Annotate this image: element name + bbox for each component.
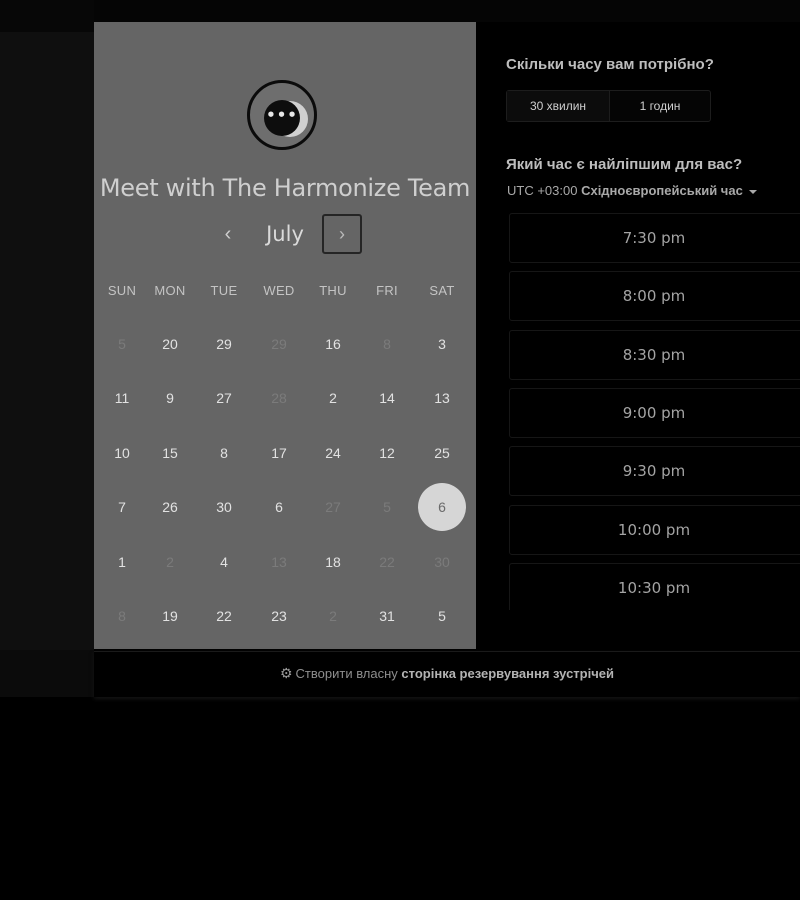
available-day[interactable]: 29 [202, 334, 246, 354]
weekday-label: TUE [210, 283, 238, 298]
weekday-label: WED [263, 283, 295, 298]
next-month-button[interactable]: › [322, 214, 362, 254]
timezone-name: Східноєвропейський час [581, 183, 743, 198]
time-slot-button[interactable]: 8:00 pm [509, 271, 800, 322]
time-slot-list: 7:30 pm 8:00 pm 8:30 pm 9:00 pm 9:30 pm 10:00… [509, 213, 800, 610]
available-day[interactable]: 7 [100, 497, 144, 517]
unavailable-day: 2 [329, 608, 337, 624]
footer-prefix: Створити власну [295, 666, 402, 681]
available-day[interactable]: 10 [100, 443, 144, 463]
duration-30min-button[interactable]: 30 хвилин [507, 91, 610, 121]
time-slot-button[interactable]: 9:30 pm [509, 446, 800, 497]
timezone-selector[interactable]: UTC +03:00 Східноєвропейський час [507, 183, 757, 198]
available-day[interactable]: 31 [365, 606, 409, 626]
footer-bar: ⚙ Створити власну сторінка резервування з… [94, 651, 800, 697]
time-slot-button[interactable]: 8:30 pm [509, 329, 800, 380]
caret-down-icon [748, 189, 757, 194]
footer-bold-text: сторінка резервування зустрічей [401, 666, 614, 681]
time-question: Який час є найліпшим для вас? [506, 156, 743, 173]
available-day[interactable]: 8 [202, 443, 246, 463]
hubspot-sprocket-icon: ⚙ [279, 665, 293, 681]
calendar-panel: ••• Meet with The Harmonize Team ‹ July … [94, 22, 476, 649]
unavailable-day: 5 [383, 499, 391, 515]
available-day[interactable]: 30 [202, 497, 246, 517]
available-day[interactable]: 15 [148, 443, 192, 463]
time-slot-button[interactable]: 7:30 pm [509, 213, 800, 263]
unavailable-day: 2 [166, 554, 174, 570]
weekday-label: THU [319, 283, 347, 298]
available-day[interactable]: 27 [202, 388, 246, 408]
available-day[interactable]: 19 [148, 606, 192, 626]
unavailable-day: 29 [271, 336, 287, 352]
available-day[interactable]: 2 [311, 388, 355, 408]
available-day[interactable]: 13 [420, 388, 464, 408]
available-day[interactable]: 14 [365, 388, 409, 408]
available-day[interactable]: 11 [100, 388, 144, 408]
available-day[interactable]: 25 [420, 443, 464, 463]
month-label: July [266, 222, 304, 246]
create-booking-page-link[interactable]: ⚙ Створити власну сторінка резервування з… [94, 652, 800, 695]
unavailable-day: 22 [379, 554, 395, 570]
available-day[interactable]: 26 [148, 497, 192, 517]
weekday-label: FRI [376, 283, 398, 298]
chat-bubble-icon: ••• [264, 100, 300, 136]
duration-toggle: 30 хвилин 1 годин [506, 90, 711, 122]
available-day[interactable]: 9 [148, 388, 192, 408]
available-day[interactable]: 18 [311, 552, 355, 572]
unavailable-day: 8 [383, 336, 391, 352]
team-title: Meet with The Harmonize Team [99, 174, 471, 202]
available-day[interactable]: 12 [365, 443, 409, 463]
unavailable-day: 13 [271, 554, 287, 570]
time-slot-button[interactable]: 10:30 pm [509, 562, 800, 610]
unavailable-day: 30 [434, 554, 450, 570]
unavailable-day: 5 [118, 336, 126, 352]
available-day[interactable]: 23 [257, 606, 301, 626]
available-day[interactable]: 1 [100, 552, 144, 572]
page-backdrop-left [0, 0, 94, 697]
available-day[interactable]: 24 [311, 443, 355, 463]
duration-question: Скільки часу вам потрібно? [506, 56, 714, 73]
time-slot-button[interactable]: 10:00 pm [509, 504, 800, 555]
available-day[interactable]: 16 [311, 334, 355, 354]
available-day[interactable]: 6 [257, 497, 301, 517]
available-day[interactable]: 17 [257, 443, 301, 463]
selected-day[interactable]: 6 [418, 483, 466, 531]
duration-1hour-button[interactable]: 1 годин [609, 91, 711, 121]
page-backdrop-top [94, 0, 800, 22]
unavailable-day: 8 [118, 608, 126, 624]
prev-month-button[interactable]: ‹ [214, 214, 242, 254]
available-day[interactable]: 3 [420, 334, 464, 354]
unavailable-day: 28 [271, 390, 287, 406]
weekday-header-row: SUN MON TUE WED THU FRI SAT [100, 283, 472, 299]
weekday-label: MON [154, 283, 186, 298]
available-day[interactable]: 22 [202, 606, 246, 626]
month-navigation: ‹ July › [94, 214, 476, 256]
available-day[interactable]: 4 [202, 552, 246, 572]
available-day[interactable]: 5 [420, 606, 464, 626]
time-slot-button[interactable]: 9:00 pm [509, 387, 800, 438]
available-day[interactable]: 20 [148, 334, 192, 354]
weekday-label: SAT [429, 283, 455, 298]
unavailable-day: 27 [325, 499, 341, 515]
weekday-label: SUN [107, 283, 137, 298]
team-logo: ••• [247, 80, 317, 150]
timezone-offset: UTC +03:00 [507, 183, 582, 198]
